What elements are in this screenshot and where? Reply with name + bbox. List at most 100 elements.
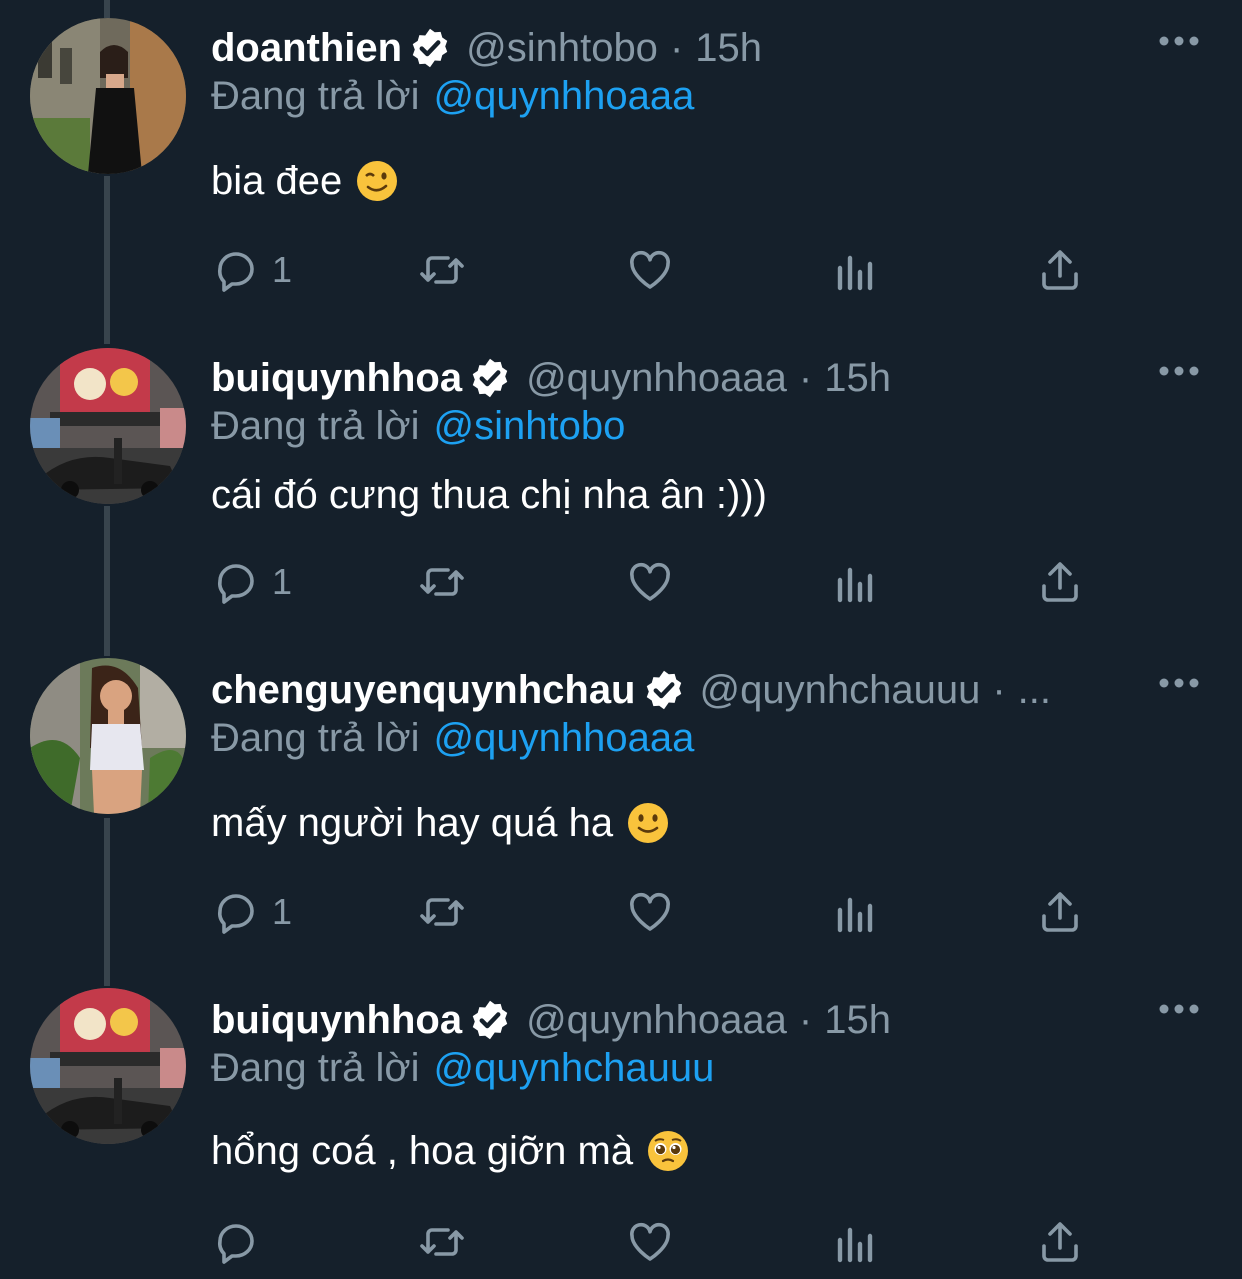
tweet-actions <box>0 1212 1242 1272</box>
timestamp-truncated[interactable]: ... <box>1018 668 1051 713</box>
display-name[interactable]: doanthien <box>211 26 402 71</box>
retweet-icon <box>420 1228 464 1256</box>
avatar-image <box>30 18 186 174</box>
reply-button[interactable]: 1 <box>212 552 292 612</box>
user-avatar[interactable] <box>30 988 186 1144</box>
tweet-text: hổng coá , hoa giỡn mà <box>211 1126 689 1176</box>
user-handle[interactable]: @quynhchauuu <box>700 668 981 713</box>
mention-link[interactable]: @quynhhoaaa <box>434 716 695 760</box>
retweet-button[interactable] <box>418 1212 466 1272</box>
verified-badge-icon <box>646 670 681 710</box>
tweet-text-content: mấy người hay quá ha <box>211 800 614 845</box>
tweet-actions: 1 <box>0 240 1242 300</box>
tweet-text: bia đee <box>211 156 398 206</box>
replying-to-label: Đang trả lời <box>211 1046 420 1090</box>
more-icon <box>1159 366 1199 376</box>
analytics-button[interactable] <box>832 1212 880 1272</box>
more-options-button[interactable] <box>1158 994 1200 1024</box>
analytics-button[interactable] <box>832 240 880 300</box>
like-icon <box>630 1222 670 1261</box>
tweet[interactable]: doanthien @sinhtobo · 15h Đang trả lời @q… <box>0 0 1242 330</box>
tweet[interactable]: buiquynhhoa @quynhhoaaa · 15h Đang trả l… <box>0 330 1242 642</box>
mention-link[interactable]: @quynhchauuu <box>434 1046 715 1090</box>
user-avatar[interactable] <box>30 348 186 504</box>
mention-link[interactable]: @sinhtobo <box>434 404 626 448</box>
user-handle[interactable]: @quynhhoaaa <box>526 356 787 401</box>
retweet-button[interactable] <box>418 552 466 612</box>
separator-dot: · <box>992 667 1006 712</box>
analytics-icon <box>837 567 873 603</box>
tweet-actions: 1 <box>0 552 1242 612</box>
reply-button[interactable]: 1 <box>212 882 292 942</box>
like-icon <box>630 250 670 289</box>
mention-link[interactable]: @quynhhoaaa <box>434 74 695 118</box>
display-name[interactable]: buiquynhhoa <box>211 998 462 1043</box>
replying-to: Đang trả lời @quynhchauuu <box>211 1046 714 1091</box>
avatar-image <box>30 348 186 504</box>
share-icon <box>1042 250 1078 290</box>
reply-count: 1 <box>272 249 293 290</box>
verified-badge-icon <box>472 358 508 398</box>
more-icon <box>1159 678 1199 688</box>
analytics-button[interactable] <box>832 552 880 612</box>
timestamp[interactable]: 15h <box>824 998 891 1043</box>
verified-badge-icon <box>472 1000 508 1040</box>
retweet-button[interactable] <box>418 240 466 300</box>
separator-dot: · <box>669 25 684 70</box>
replying-to: Đang trả lời @quynhhoaaa <box>211 74 694 119</box>
avatar-image <box>30 988 186 1144</box>
retweet-icon <box>420 898 464 926</box>
user-avatar[interactable] <box>30 658 186 814</box>
more-options-button[interactable] <box>1158 26 1200 56</box>
replying-to-label: Đang trả lời <box>211 404 420 448</box>
like-button[interactable] <box>626 240 674 300</box>
timestamp[interactable]: 15h <box>695 26 762 71</box>
verified-badge-icon <box>412 28 448 68</box>
share-button[interactable] <box>1036 240 1084 300</box>
slightly-smiling-face-emoji <box>628 803 669 843</box>
analytics-icon <box>837 1227 873 1263</box>
timestamp[interactable]: 15h <box>824 356 891 401</box>
like-button[interactable] <box>626 1212 674 1272</box>
reply-button[interactable] <box>212 1212 272 1272</box>
reply-button[interactable]: 1 <box>212 240 292 300</box>
tweet-text: mấy người hay quá ha <box>211 798 669 848</box>
share-button[interactable] <box>1036 882 1084 942</box>
reply-count: 1 <box>272 891 293 932</box>
reply-count: 1 <box>272 561 293 602</box>
user-handle[interactable]: @quynhhoaaa <box>526 998 787 1043</box>
reply-icon <box>218 252 254 292</box>
like-icon <box>630 892 670 931</box>
replying-to: Đang trả lời @sinhtobo <box>211 404 625 449</box>
share-icon <box>1042 562 1078 602</box>
analytics-icon <box>837 897 873 933</box>
winking-face-emoji <box>357 161 398 201</box>
share-icon <box>1042 892 1078 932</box>
like-button[interactable] <box>626 882 674 942</box>
like-icon <box>630 562 670 601</box>
display-name[interactable]: chenguyenquynhchau <box>211 668 636 713</box>
user-handle[interactable]: @sinhtobo <box>466 26 658 71</box>
avatar-image <box>30 658 186 814</box>
share-button[interactable] <box>1036 1212 1084 1272</box>
analytics-icon <box>837 255 873 291</box>
tweet[interactable]: chenguyenquynhchau @quynhchauuu · ... Đa… <box>0 642 1242 972</box>
tweet-text-content: bia đee <box>211 158 343 203</box>
reply-icon <box>218 1224 254 1264</box>
replying-to: Đang trả lời @quynhhoaaa <box>211 716 694 761</box>
like-button[interactable] <box>626 552 674 612</box>
tweet-text-content: hổng coá , hoa giỡn mà <box>211 1128 634 1173</box>
more-options-button[interactable] <box>1158 356 1200 386</box>
tweet[interactable]: buiquynhhoa @quynhhoaaa · 15h Đang trả l… <box>0 972 1242 1279</box>
analytics-button[interactable] <box>832 882 880 942</box>
display-name[interactable]: buiquynhhoa <box>211 356 462 401</box>
share-button[interactable] <box>1036 552 1084 612</box>
more-icon <box>1159 36 1199 46</box>
retweet-icon <box>420 568 464 596</box>
separator-dot: · <box>798 355 813 400</box>
pleading-face-emoji <box>648 1131 689 1171</box>
tweet-actions: 1 <box>0 882 1242 942</box>
retweet-button[interactable] <box>418 882 466 942</box>
user-avatar[interactable] <box>30 18 186 174</box>
more-options-button[interactable] <box>1158 668 1200 698</box>
